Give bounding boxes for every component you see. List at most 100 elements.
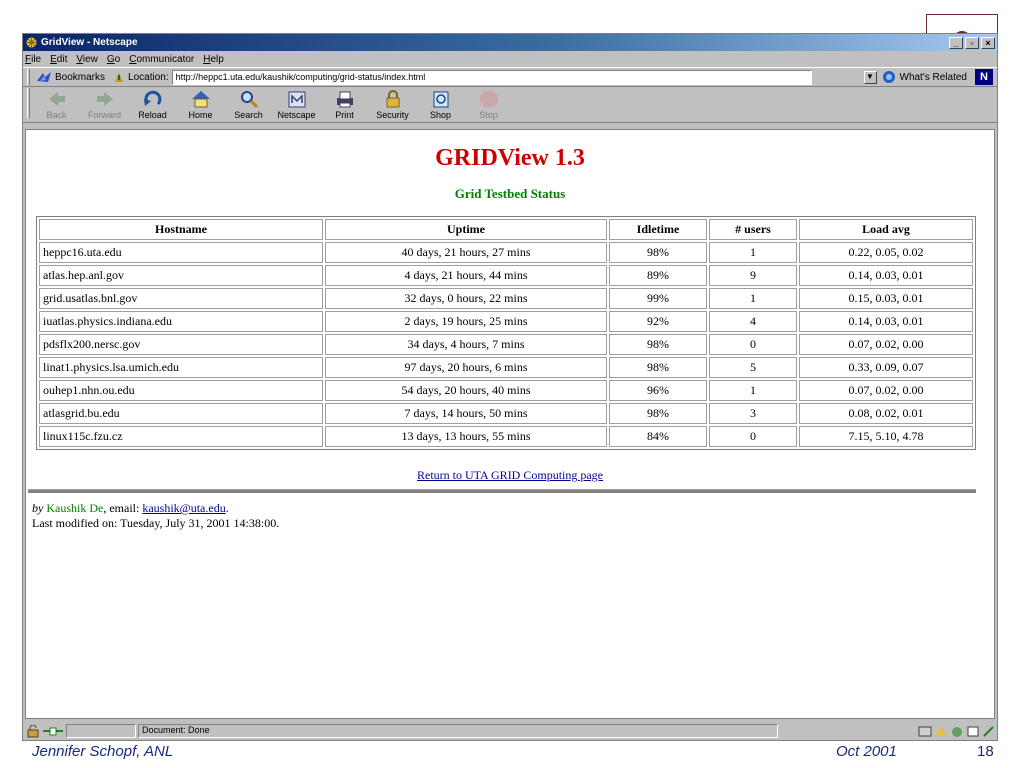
menu-bar: File Edit View Go Communicator Help [23,51,997,67]
email-end: . [225,501,229,515]
reload-label: Reload [138,110,167,120]
menu-communicator[interactable]: Communicator [129,54,194,65]
navigator-component-icon[interactable] [917,725,933,738]
whats-related-button[interactable]: What's Related [881,70,968,84]
security-status-icon[interactable] [26,724,42,738]
menu-edit[interactable]: Edit [50,54,67,65]
cell-uptime: 97 days, 20 hours, 6 mins [325,357,607,378]
cell-uptime: 7 days, 14 hours, 50 mins [325,403,607,424]
netscape-n-logo[interactable]: N [975,69,993,85]
table-row: atlasgrid.bu.edu 7 days, 14 hours, 50 min… [39,403,973,424]
back-arrow-icon [48,92,65,106]
cell-idletime: 98% [609,357,707,378]
menu-go[interactable]: Go [107,54,120,65]
header-load-avg: Load avg [799,219,973,240]
security-button[interactable]: Security [372,89,413,120]
back-button[interactable]: Back [36,89,77,120]
cell-hostname: atlas.hep.anl.gov [39,265,323,286]
addressbook-component-icon[interactable] [965,725,981,738]
page-title: GRIDView 1.3 [435,145,585,171]
cell-idletime: 98% [609,403,707,424]
netscape-label: Netscape [277,110,316,120]
print-button[interactable]: Print [324,89,365,120]
whats-related-label: What's Related [899,71,968,83]
print-label: Print [335,110,354,120]
location-toolbar: Bookmarks Location: http://heppc1.uta.ed… [23,67,997,87]
slide-presenter: Jennifer Schopf, ANL [32,743,174,760]
cell-load-avg: 0.33, 0.09, 0.07 [799,357,973,378]
maximize-button[interactable]: ▫ [965,36,979,49]
cell-hostname: ouhep1.nhn.ou.edu [39,380,323,401]
nav-toolbar-grip[interactable] [27,88,30,118]
header-idletime: Idletime [609,219,707,240]
cell-hostname: linux115c.fzu.cz [39,426,323,447]
menu-file[interactable]: File [25,54,41,65]
by-label: by [32,501,44,515]
cell-uptime: 32 days, 0 hours, 22 mins [325,288,607,309]
url-dropdown-button[interactable]: ▼ [863,70,877,84]
page-subtitle: Grid Testbed Status [454,186,566,201]
cell-load-avg: 0.22, 0.05, 0.02 [799,242,973,263]
table-row: ouhep1.nhn.ou.edu 54 days, 20 hours, 40 m… [39,380,973,401]
shop-button[interactable]: Shop [420,89,461,120]
status-text: Document: Done [138,724,778,738]
cell-load-avg: 0.15, 0.03, 0.01 [799,288,973,309]
back-label: Back [46,110,67,120]
cell-uptime: 2 days, 19 hours, 25 mins [325,311,607,332]
cell-users: 3 [709,403,797,424]
whats-related-icon [882,71,895,83]
cell-users: 0 [709,426,797,447]
header-uptime: Uptime [325,219,607,240]
cell-users: 0 [709,334,797,355]
home-button[interactable]: Home [180,89,221,120]
discussion-component-icon[interactable] [949,725,965,738]
toolbar-grip[interactable] [27,69,30,85]
minimize-button[interactable]: _ [949,36,963,49]
menu-view[interactable]: View [76,54,98,65]
cell-users: 5 [709,357,797,378]
menu-help[interactable]: Help [203,54,224,65]
component-bar [917,725,997,738]
status-bar: Document: Done [23,722,997,740]
cell-idletime: 99% [609,288,707,309]
mailbox-component-icon[interactable] [933,725,949,738]
forward-button[interactable]: Forward [84,89,125,120]
navigation-toolbar: Back Forward Reload Home Search Netscape… [23,87,997,123]
bookmarks-icon [37,72,51,82]
cell-hostname: atlasgrid.bu.edu [39,403,323,424]
table-header-row: Hostname Uptime Idletime # users Load av… [39,219,973,240]
cell-hostname: pdsflx200.nersc.gov [39,334,323,355]
email-link[interactable]: kaushik@uta.edu [142,501,225,515]
grid-status-table: Hostname Uptime Idletime # users Load av… [36,216,976,450]
cell-uptime: 54 days, 20 hours, 40 mins [325,380,607,401]
netscape-button[interactable]: Netscape [276,89,317,120]
shop-label: Shop [429,110,452,120]
url-field[interactable]: http://heppc1.uta.edu/kaushik/computing/… [171,69,812,85]
stop-button[interactable]: Stop [468,89,509,120]
cell-hostname: linat1.physics.lsa.umich.edu [39,357,323,378]
home-icon [191,91,210,108]
last-modified: Last modified on: Tuesday, July 31, 2001… [32,516,280,530]
reload-button[interactable]: Reload [132,89,173,120]
cell-users: 4 [709,311,797,332]
return-link[interactable]: Return to UTA GRID Computing page [417,468,603,482]
cell-uptime: 40 days, 21 hours, 27 mins [325,242,607,263]
table-row: grid.usatlas.bnl.gov 32 days, 0 hours, 22… [39,288,973,309]
search-button[interactable]: Search [228,89,269,120]
table-row: atlas.hep.anl.gov 4 days, 21 hours, 44 mi… [39,265,973,286]
page-proxy-icon[interactable] [113,71,125,83]
cell-uptime: 13 days, 13 hours, 55 mins [325,426,607,447]
stop-icon [479,91,498,107]
close-button[interactable]: × [981,36,995,49]
reload-icon [143,90,161,106]
cell-users: 1 [709,380,797,401]
cell-hostname: iuatlas.physics.indiana.edu [39,311,323,332]
horizontal-rule [28,489,976,493]
location-label-group: Location: [113,71,169,83]
composer-component-icon[interactable] [981,725,997,738]
cell-load-avg: 7.15, 5.10, 4.78 [799,426,973,447]
progress-field [66,724,136,738]
bookmarks-button[interactable]: Bookmarks [36,71,105,83]
email-label: , email: [103,501,140,515]
home-label: Home [188,110,213,120]
